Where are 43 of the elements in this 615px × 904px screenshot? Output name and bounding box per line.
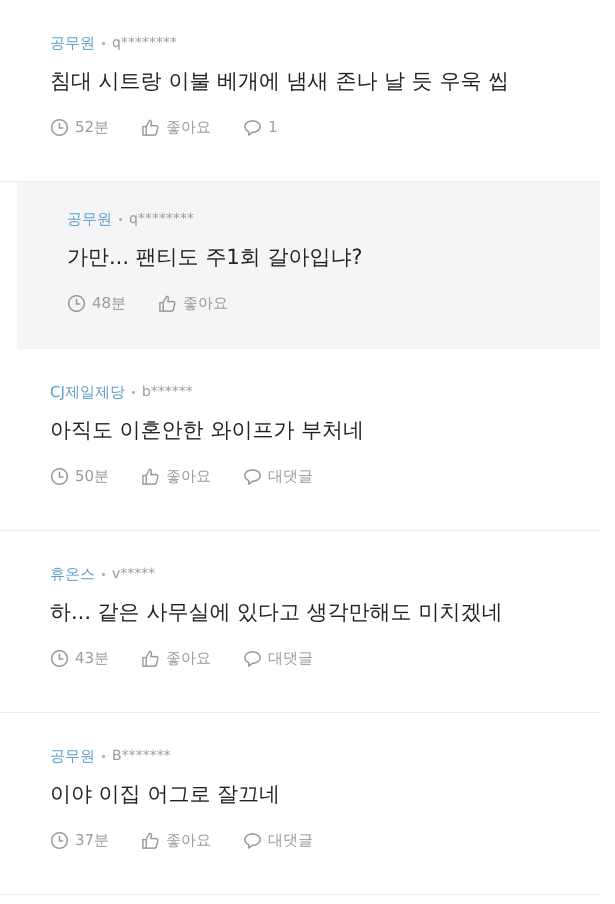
thumbs-up-icon bbox=[158, 294, 178, 312]
reply-button[interactable]: 대댓글 bbox=[243, 466, 314, 486]
user-id: q******** bbox=[129, 211, 194, 227]
company-name[interactable]: 공무원 bbox=[50, 746, 95, 766]
like-button[interactable]: 좋아요 bbox=[141, 830, 212, 850]
user-id: b****** bbox=[142, 384, 193, 400]
time-ago: 43분 bbox=[75, 648, 110, 668]
like-button[interactable]: 좋아요 bbox=[141, 648, 212, 668]
company-name[interactable]: CJ제일제당 bbox=[50, 382, 125, 402]
user-id: v***** bbox=[112, 566, 156, 582]
clock-icon bbox=[50, 118, 69, 136]
company-name[interactable]: 휴온스 bbox=[50, 564, 95, 584]
company-name[interactable]: 공무원 bbox=[50, 34, 95, 52]
reply-button[interactable]: 대댓글 bbox=[243, 830, 314, 850]
company-name[interactable]: 공무원 bbox=[67, 210, 112, 228]
clock-icon bbox=[50, 466, 69, 486]
time-ago: 48분 bbox=[92, 294, 126, 312]
speech-bubble-icon bbox=[243, 648, 262, 668]
speech-bubble-icon bbox=[243, 466, 262, 486]
time-ago: 52분 bbox=[75, 118, 110, 136]
clock-icon bbox=[50, 648, 69, 668]
speech-bubble-icon bbox=[243, 118, 262, 136]
reply-button[interactable]: 1 bbox=[243, 118, 278, 136]
time-ago: 50분 bbox=[75, 466, 110, 486]
thumbs-up-icon bbox=[141, 648, 160, 668]
like-button[interactable]: 좋아요 bbox=[141, 118, 212, 136]
comment-text: 이야 이집 어그로 잘끄네 bbox=[50, 781, 282, 808]
comment-text: 하... 같은 사무실에 있다고 생각만해도 미치겠네 bbox=[50, 599, 504, 626]
like-button[interactable]: 좋아요 bbox=[158, 294, 228, 312]
time-ago: 37분 bbox=[75, 830, 110, 850]
thumbs-up-icon bbox=[141, 830, 160, 850]
thumbs-up-icon bbox=[141, 118, 160, 136]
speech-bubble-icon bbox=[243, 830, 262, 850]
clock-icon bbox=[50, 830, 69, 850]
user-id: q******** bbox=[112, 35, 177, 51]
comment-text: 아직도 이혼안한 와이프가 부처네 bbox=[50, 417, 366, 444]
comment-text: 가만... 팬티도 주1회 갈아입냐? bbox=[67, 244, 364, 271]
thumbs-up-icon bbox=[141, 466, 160, 486]
user-id: B******* bbox=[112, 748, 171, 764]
like-button[interactable]: 좋아요 bbox=[141, 466, 212, 486]
comment-text: 침대 시트랑 이불 베개에 냄새 존나 날 듯 우욱 씹 bbox=[50, 68, 510, 95]
clock-icon bbox=[67, 294, 86, 312]
reply-button[interactable]: 대댓글 bbox=[243, 648, 314, 668]
